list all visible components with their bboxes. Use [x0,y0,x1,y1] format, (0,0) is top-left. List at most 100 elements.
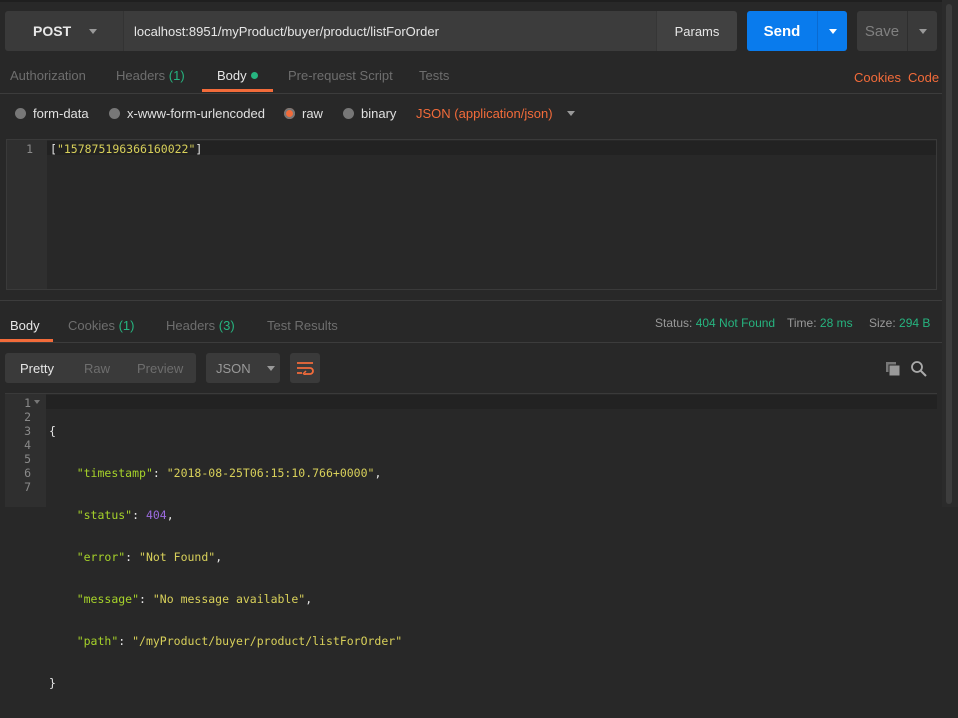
code-line: ["157875196366160022"] [50,142,202,156]
line-number: 7 [24,480,31,494]
response-tab-test-results[interactable]: Test Results [267,318,338,333]
active-tab-underline [202,89,273,92]
tab-pre-request-script[interactable]: Pre-request Script [288,68,393,83]
line-number: 6 [24,466,31,480]
json-key: "message" [76,592,140,606]
json-value: "Not Found" [139,550,216,564]
radio-icon [15,108,26,119]
view-raw-button[interactable]: Raw [84,361,110,376]
cookies-link[interactable]: Cookies [854,70,901,85]
radio-label: form-data [33,106,89,121]
params-button[interactable]: Params [656,11,737,51]
line-gutter [7,140,47,289]
top-border [0,0,958,2]
line-number: 2 [24,410,31,424]
view-preview-button[interactable]: Preview [137,361,183,376]
json-content: { "timestamp": "2018-08-25T06:15:10.766+… [49,396,402,718]
radio-raw[interactable]: raw [284,106,323,121]
line-number: 4 [24,438,31,452]
view-mode-group: Pretty Raw Preview [5,353,196,383]
radio-selected-icon [284,108,295,119]
copy-icon[interactable] [885,361,901,380]
line-number: 1 [24,396,31,410]
json-value: 404 [145,508,167,522]
brace: } [49,676,56,690]
format-label: JSON [216,360,251,376]
size-info: Size: 294 B [869,316,930,330]
time-info: Time: 28 ms [787,316,853,330]
comma: , [305,592,313,606]
chevron-down-icon [828,28,837,34]
content-type-select[interactable]: JSON (application/json) [416,106,575,121]
tab-label: Headers [116,68,166,83]
radio-form-data[interactable]: form-data [15,106,89,121]
method-select[interactable]: POST [5,11,123,51]
save-button[interactable]: Save [857,11,907,51]
radio-icon [343,108,354,119]
brace: { [49,424,56,438]
save-options-button[interactable] [907,11,937,51]
divider [0,300,942,301]
json-line: "message": "No message available", [76,592,313,606]
comma: , [166,508,174,522]
radio-binary[interactable]: binary [343,106,396,121]
view-pretty-button[interactable]: Pretty [20,361,54,376]
tab-body[interactable]: Body [217,68,258,83]
method-label: POST [33,23,72,39]
cookies-count: (1) [118,318,135,333]
chevron-down-icon [266,365,275,371]
status-label: Status: [655,316,693,330]
comma: , [374,466,382,480]
tab-tests[interactable]: Tests [419,68,449,83]
size-label: Size: [869,316,896,330]
chevron-down-icon [89,28,98,34]
response-tab-body[interactable]: Body [10,318,40,333]
wrap-lines-button[interactable] [290,353,320,383]
bracket: [ [50,142,57,156]
search-icon[interactable] [910,360,928,381]
divider [0,93,942,94]
json-line: "timestamp": "2018-08-25T06:15:10.766+00… [76,466,382,480]
wrap-icon [297,362,314,375]
send-button[interactable]: Send [747,11,817,51]
json-line: "path": "/myProduct/buyer/product/listFo… [76,634,403,648]
headers-count: (1) [168,68,185,83]
bracket: ] [195,142,203,156]
comma: , [215,550,223,564]
url-input[interactable]: localhost:8951/myProduct/buyer/product/l… [123,11,656,51]
tab-label: Cookies [68,318,115,333]
request-body-editor[interactable]: 1 ["157875196366160022"] [6,139,937,290]
line-number: 3 [24,424,31,438]
tab-headers[interactable]: Headers (1) [116,68,185,83]
response-body-viewer[interactable]: 1 2 3 4 5 6 7 { "timestamp": "2018-08-25… [5,393,937,690]
radio-label: raw [302,106,323,121]
tab-label: Body [217,68,247,83]
body-indicator-dot [250,72,258,79]
status-value: 404 Not Found [695,316,776,330]
chevron-down-icon [566,111,575,116]
radio-urlencoded[interactable]: x-www-form-urlencoded [109,106,265,121]
time-value: 28 ms [819,316,853,330]
send-options-button[interactable] [817,11,847,51]
scrollbar-thumb[interactable] [946,4,952,504]
format-select[interactable]: JSON [206,353,280,383]
json-value: "/myProduct/buyer/product/listForOrder" [132,634,403,648]
radio-icon [109,108,120,119]
line-number: 5 [24,452,31,466]
response-tab-headers[interactable]: Headers (3) [166,318,235,333]
radio-label: binary [361,106,397,121]
tab-authorization[interactable]: Authorization [10,68,86,83]
status-info: Status: 404 Not Found [655,316,775,330]
response-tab-cookies[interactable]: Cookies (1) [68,318,134,333]
time-label: Time: [787,316,817,330]
radio-label: x-www-form-urlencoded [127,106,265,121]
json-key: "status" [76,508,133,522]
json-key: "error" [76,550,126,564]
string-value: "157875196366160022" [56,142,196,156]
json-value: "No message available" [152,592,306,606]
json-key: "path" [76,634,119,648]
code-link[interactable]: Code [908,70,939,85]
json-line: "status": 404, [76,508,174,522]
fold-icon[interactable] [34,400,40,404]
json-key: "timestamp" [76,466,153,480]
